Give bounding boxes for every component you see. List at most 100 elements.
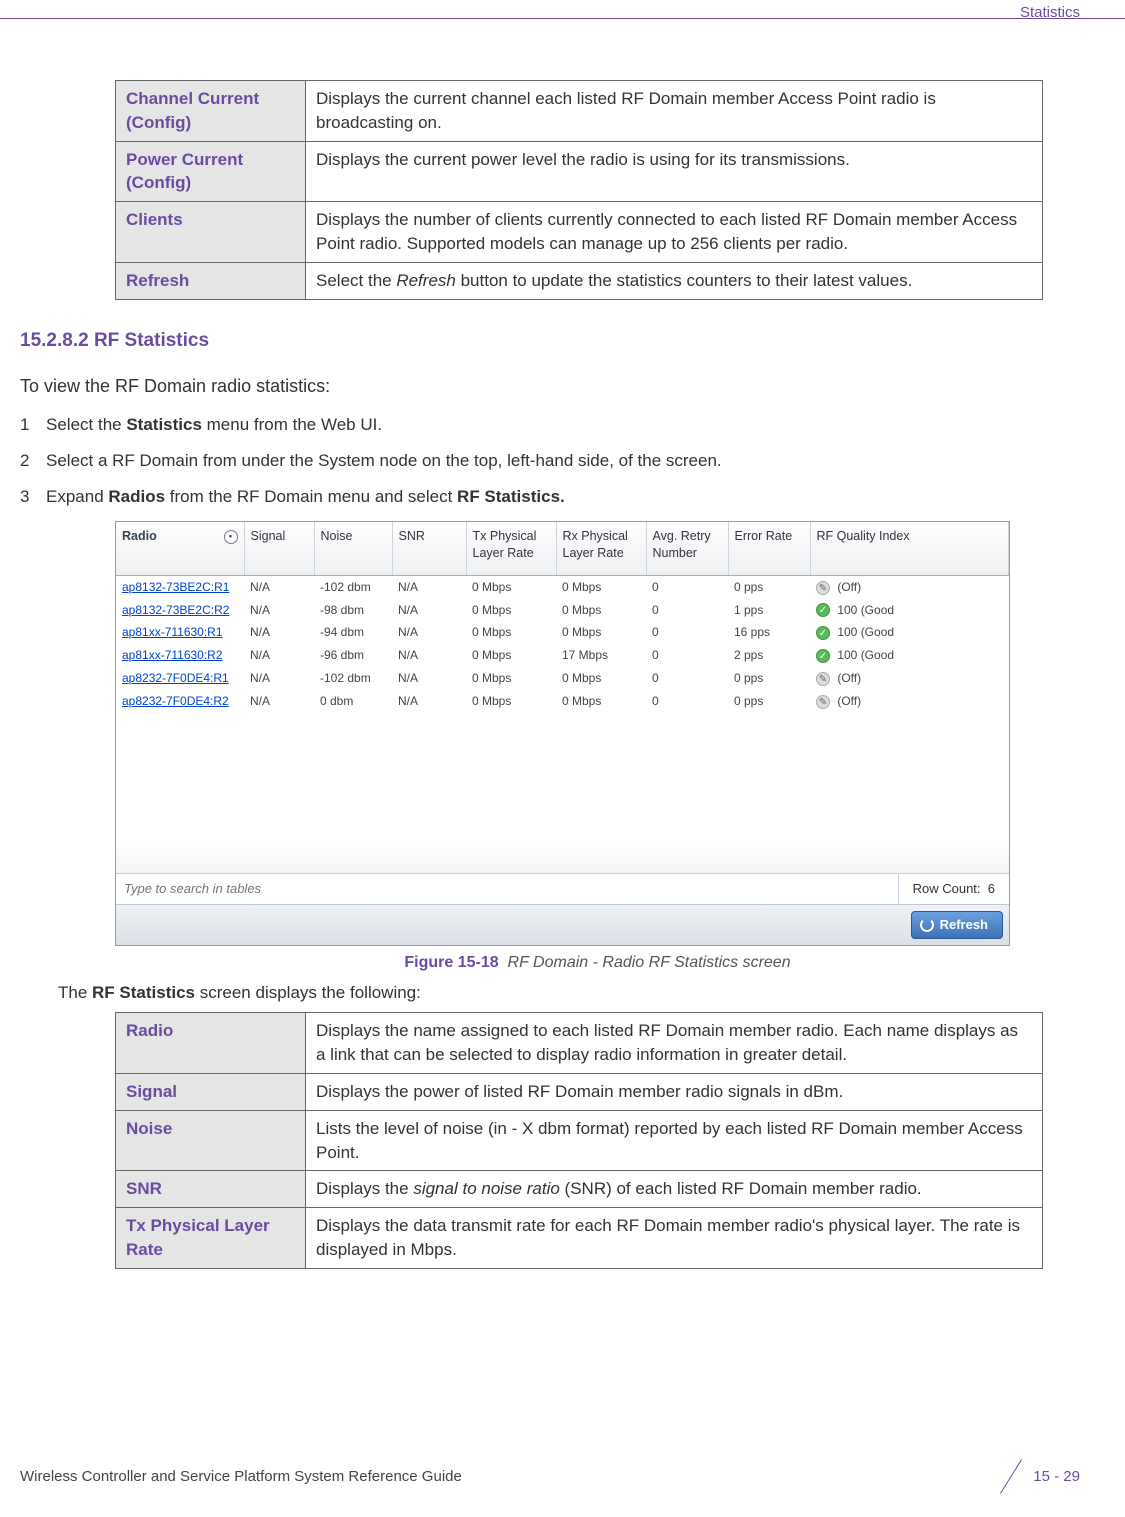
table-row: ap81xx-711630:R2N/A-96 dbmN/A0 Mbps17 Mb…	[116, 644, 1009, 667]
step: 3Expand Radios from the RF Domain menu a…	[20, 485, 1080, 509]
radio-link[interactable]: ap8132-73BE2C:R1	[116, 575, 244, 598]
param-desc: Displays the name assigned to each liste…	[306, 1013, 1043, 1074]
cell-tx: 0 Mbps	[466, 690, 556, 713]
param-desc: Displays the signal to noise ratio (SNR)…	[306, 1171, 1043, 1208]
param-label: Radio	[116, 1013, 306, 1074]
step-body: Expand Radios from the RF Domain menu an…	[46, 485, 1080, 509]
cell-signal: N/A	[244, 575, 314, 598]
cell-noise: -98 dbm	[314, 599, 392, 622]
cell-retry: 0	[646, 599, 728, 622]
cell-snr: N/A	[392, 667, 466, 690]
cell-retry: 0	[646, 621, 728, 644]
cell-rx: 0 Mbps	[556, 667, 646, 690]
cell-signal: N/A	[244, 599, 314, 622]
step: 2Select a RF Domain from under the Syste…	[20, 449, 1080, 473]
table-row: ap8232-7F0DE4:R2N/A0 dbmN/A0 Mbps0 Mbps0…	[116, 690, 1009, 713]
param-table-bottom: RadioDisplays the name assigned to each …	[115, 1012, 1043, 1268]
param-desc: Displays the data transmit rate for each…	[306, 1208, 1043, 1269]
cell-err: 0 pps	[728, 667, 810, 690]
param-desc: Displays the current power level the rad…	[306, 141, 1043, 202]
row-count: Row Count: 6	[899, 874, 1009, 904]
disabled-icon: ✎	[816, 695, 830, 709]
disabled-icon: ✎	[816, 581, 830, 595]
radio-link[interactable]: ap81xx-711630:R1	[116, 621, 244, 644]
step-body: Select a RF Domain from under the System…	[46, 449, 1080, 473]
table-search-input[interactable]	[116, 874, 899, 904]
radio-link[interactable]: ap81xx-711630:R2	[116, 644, 244, 667]
cell-retry: 0	[646, 667, 728, 690]
param-label: Noise	[116, 1110, 306, 1171]
col-retry[interactable]: Avg. Retry Number	[646, 522, 728, 576]
param-label: Signal	[116, 1073, 306, 1110]
step-body: Select the Statistics menu from the Web …	[46, 413, 1080, 437]
footer-guide-title: Wireless Controller and Service Platform…	[20, 1466, 462, 1487]
disabled-icon: ✎	[816, 672, 830, 686]
cell-snr: N/A	[392, 644, 466, 667]
col-radio[interactable]: Radio	[122, 529, 157, 543]
col-signal[interactable]: Signal	[244, 522, 314, 576]
figure-caption: Figure 15-18 RF Domain - Radio RF Statis…	[115, 952, 1080, 974]
param-label: Refresh	[116, 262, 306, 299]
refresh-button[interactable]: Refresh	[911, 911, 1003, 939]
cell-tx: 0 Mbps	[466, 667, 556, 690]
radio-link[interactable]: ap8132-73BE2C:R2	[116, 599, 244, 622]
rf-stats-screenshot: Radio • Signal Noise SNR Tx Physical Laye…	[115, 521, 1010, 946]
param-desc: Displays the number of clients currently…	[306, 202, 1043, 263]
radio-link[interactable]: ap8232-7F0DE4:R1	[116, 667, 244, 690]
sort-indicator-icon[interactable]: •	[224, 530, 238, 544]
lead-text: The RF Statistics screen displays the fo…	[58, 981, 1080, 1005]
cell-snr: N/A	[392, 599, 466, 622]
table-row: ap8132-73BE2C:R2N/A-98 dbmN/A0 Mbps0 Mbp…	[116, 599, 1009, 622]
table-row: ap8132-73BE2C:R1N/A-102 dbmN/A0 Mbps0 Mb…	[116, 575, 1009, 598]
cell-rx: 0 Mbps	[556, 621, 646, 644]
cell-snr: N/A	[392, 621, 466, 644]
step-number: 1	[20, 413, 46, 437]
param-desc: Displays the current channel each listed…	[306, 81, 1043, 142]
step-number: 3	[20, 485, 46, 509]
step: 1Select the Statistics menu from the Web…	[20, 413, 1080, 437]
check-icon: ✓	[816, 603, 830, 617]
header-divider	[0, 18, 1125, 19]
cell-err: 1 pps	[728, 599, 810, 622]
cell-tx: 0 Mbps	[466, 575, 556, 598]
table-empty-space	[116, 713, 1009, 873]
col-rfq[interactable]: RF Quality Index	[810, 522, 1009, 576]
cell-signal: N/A	[244, 621, 314, 644]
header-section-title: Statistics	[1020, 2, 1080, 23]
col-noise[interactable]: Noise	[314, 522, 392, 576]
cell-retry: 0	[646, 575, 728, 598]
param-desc: Displays the power of listed RF Domain m…	[306, 1073, 1043, 1110]
rf-quality-cell: ✓ 100 (Good	[810, 621, 1009, 644]
rf-stats-table: Radio • Signal Noise SNR Tx Physical Laye…	[116, 522, 1009, 713]
table-row: ap8232-7F0DE4:R1N/A-102 dbmN/A0 Mbps0 Mb…	[116, 667, 1009, 690]
cell-err: 0 pps	[728, 690, 810, 713]
radio-link[interactable]: ap8232-7F0DE4:R2	[116, 690, 244, 713]
rf-quality-cell: ✎ (Off)	[810, 575, 1009, 598]
refresh-icon	[920, 918, 934, 932]
step-number: 2	[20, 449, 46, 473]
rf-quality-cell: ✎ (Off)	[810, 667, 1009, 690]
cell-retry: 0	[646, 690, 728, 713]
cell-noise: -102 dbm	[314, 575, 392, 598]
cell-tx: 0 Mbps	[466, 621, 556, 644]
cell-rx: 0 Mbps	[556, 575, 646, 598]
param-label: Channel Current (Config)	[116, 81, 306, 142]
col-tx[interactable]: Tx Physical Layer Rate	[466, 522, 556, 576]
cell-retry: 0	[646, 644, 728, 667]
section-heading: 15.2.8.2 RF Statistics	[20, 328, 1080, 355]
check-icon: ✓	[816, 626, 830, 640]
check-icon: ✓	[816, 649, 830, 663]
cell-signal: N/A	[244, 667, 314, 690]
cell-noise: 0 dbm	[314, 690, 392, 713]
param-label: Power Current (Config)	[116, 141, 306, 202]
cell-noise: -94 dbm	[314, 621, 392, 644]
param-desc: Lists the level of noise (in - X dbm for…	[306, 1110, 1043, 1171]
col-snr[interactable]: SNR	[392, 522, 466, 576]
cell-err: 0 pps	[728, 575, 810, 598]
param-desc: Select the Refresh button to update the …	[306, 262, 1043, 299]
param-table-top: Channel Current (Config)Displays the cur…	[115, 80, 1043, 300]
col-rx[interactable]: Rx Physical Layer Rate	[556, 522, 646, 576]
rf-quality-cell: ✓ 100 (Good	[810, 644, 1009, 667]
col-error[interactable]: Error Rate	[728, 522, 810, 576]
cell-noise: -96 dbm	[314, 644, 392, 667]
